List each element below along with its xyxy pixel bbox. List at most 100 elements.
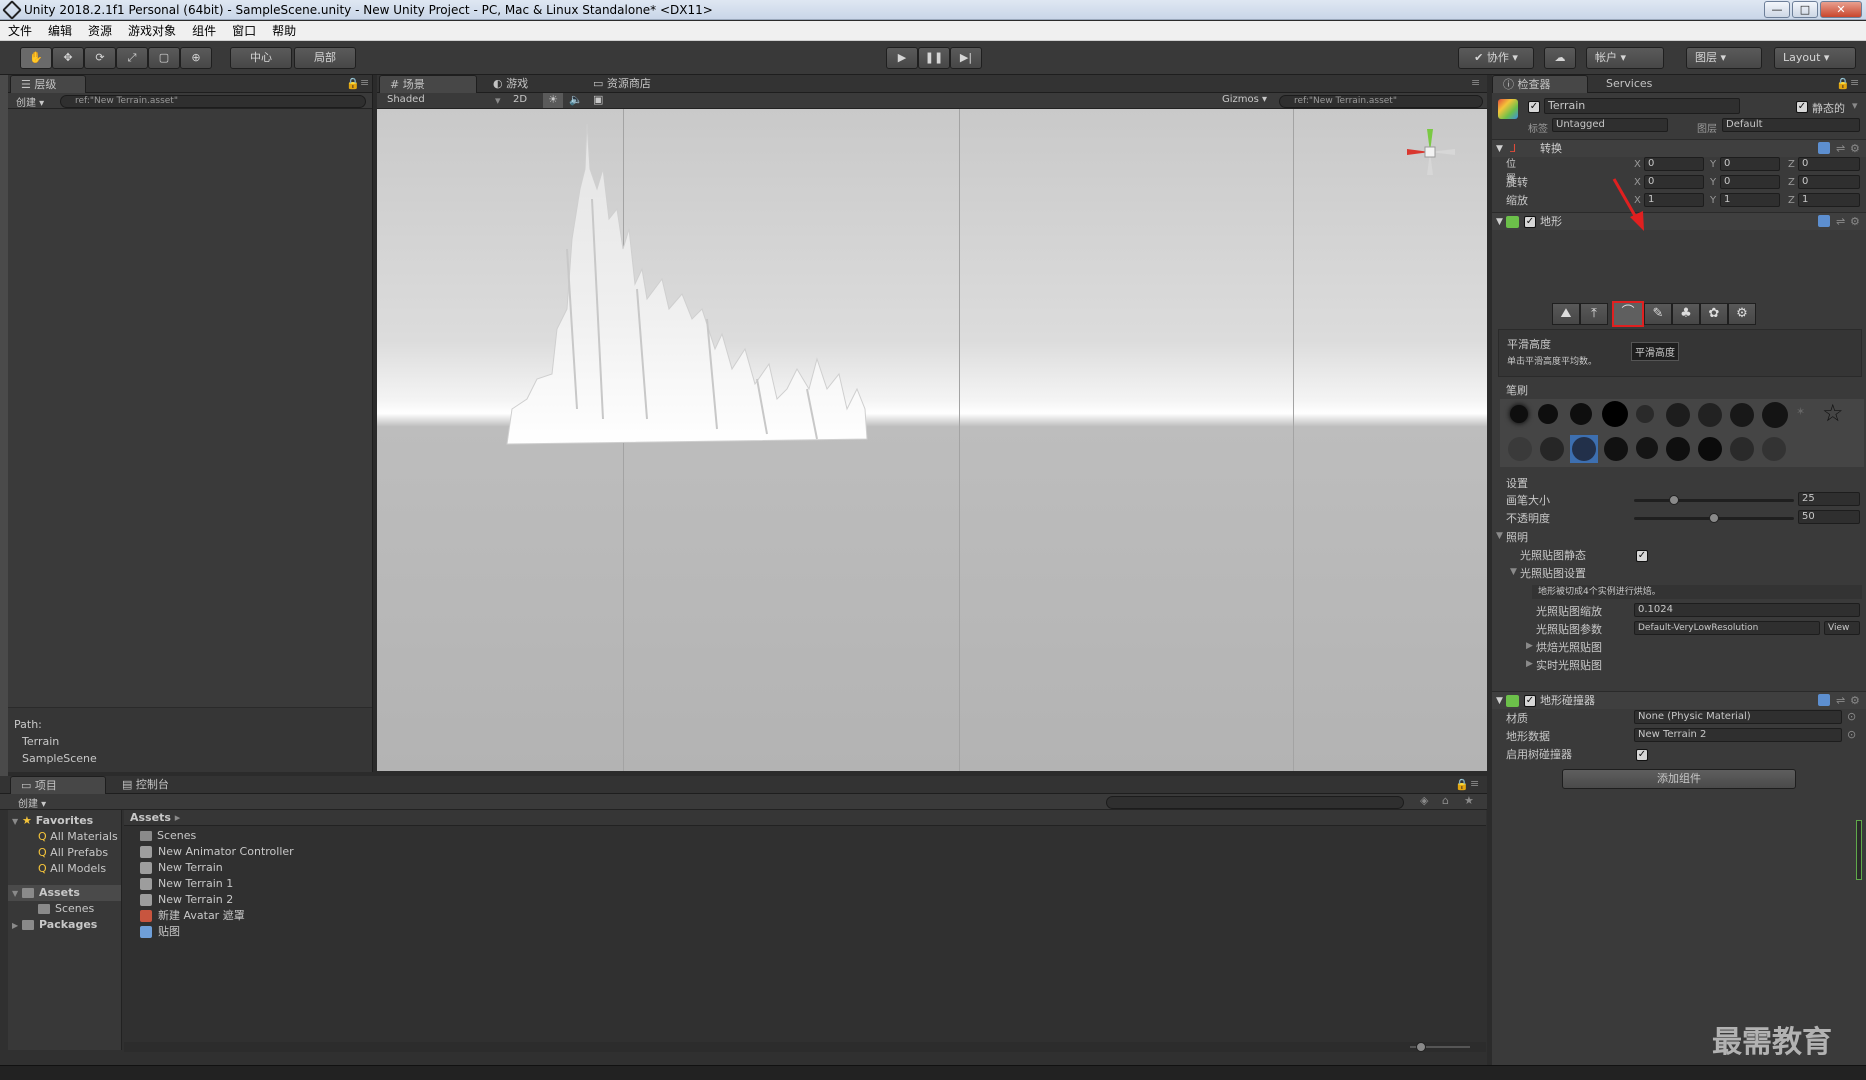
brush-star-small-icon[interactable]: ✶ [1796,405,1805,418]
scene-orientation-gizmo[interactable] [1397,117,1467,187]
inspector-menu-icon[interactable]: ≡ [1850,76,1859,89]
space-toggle-button[interactable]: 局部 [294,47,356,69]
brush-option[interactable] [1762,402,1788,428]
brush-option[interactable] [1666,403,1690,427]
brush-option[interactable] [1730,403,1754,427]
brush-option[interactable] [1510,405,1528,423]
tree-assets[interactable]: ▼ Assets [8,885,121,901]
scale-x-field[interactable]: 1 [1644,193,1704,207]
object-name-field[interactable]: Terrain [1544,98,1740,114]
move-tool-icon[interactable]: ✥ [52,47,84,69]
asset-item[interactable]: New Terrain 2 [140,892,233,908]
transform-header[interactable]: ▼ ⅃ 转换 ⇌ ⚙ [1492,139,1866,157]
lightmap-scale-field[interactable]: 0.1024 [1634,603,1860,617]
tree-collider-checkbox[interactable]: ✓ [1636,749,1648,761]
scene-menu-icon[interactable]: ≡ [1471,76,1480,89]
rect-tool-icon[interactable]: ▢ [148,47,180,69]
lightmap-params-dropdown[interactable]: Default-VeryLowResolution [1634,621,1820,635]
favorite-all-models[interactable]: Q All Models [38,861,106,877]
smooth-height-icon[interactable]: ⌒ [1612,301,1644,327]
tab-asset-store[interactable]: ▭ 资源商店 [583,75,661,93]
settings-gear-icon[interactable]: ⚙ [1850,213,1860,231]
set-height-icon[interactable]: ⤒ [1580,303,1608,325]
static-checkbox[interactable]: ✓ [1796,101,1808,113]
tab-project[interactable]: ▭ 项目 [10,776,106,794]
asset-breadcrumb[interactable]: Assets ▸ [124,810,1486,826]
layers-dropdown[interactable]: 图层 ▾ [1686,47,1762,69]
brush-option[interactable] [1508,437,1532,461]
pause-button[interactable]: ❚❚ [918,47,950,69]
brush-option[interactable] [1730,437,1754,461]
brush-option[interactable] [1698,403,1722,427]
pivot-toggle-button[interactable]: 中心 [230,47,292,69]
tree-packages[interactable]: ▶ Packages [12,917,97,933]
scale-y-field[interactable]: 1 [1720,193,1780,207]
preset-icon[interactable]: ⇌ [1836,140,1845,158]
close-button[interactable]: ✕ [1820,1,1862,18]
shading-dropdown[interactable]: Shaded [387,94,425,105]
position-y-field[interactable]: 0 [1720,157,1780,171]
help-icon[interactable] [1818,694,1830,706]
foldout-arrow-icon[interactable]: ▼ [1496,140,1503,158]
object-picker-icon[interactable]: ⊙ [1847,710,1856,723]
path-item-scene[interactable]: SampleScene [22,752,97,765]
terrain-enabled-checkbox[interactable]: ✓ [1524,216,1536,228]
brush-size-handle[interactable] [1669,495,1679,505]
preset-icon[interactable]: ⇌ [1836,213,1845,231]
menu-file[interactable]: 文件 [0,21,40,41]
hierarchy-search-input[interactable]: ref:"New Terrain.asset" [60,95,366,108]
create-dropdown[interactable]: 创建 ▾ [16,94,44,109]
icon-size-handle[interactable] [1416,1042,1426,1052]
favorite-star-icon[interactable]: ★ [1464,794,1474,807]
menu-component[interactable]: 组件 [184,21,224,41]
project-search-input[interactable] [1106,796,1404,809]
foldout-arrow-icon[interactable]: ▼ [1496,213,1503,231]
rotate-tool-icon[interactable]: ⟳ [84,47,116,69]
filter-type-icon[interactable]: ◈ [1420,794,1428,807]
asset-item[interactable]: New Terrain 1 [140,876,233,892]
preset-icon[interactable]: ⇌ [1836,692,1845,710]
inspector-lock-icon[interactable]: 🔒 [1836,77,1850,90]
filter-label-icon[interactable]: ⌂ [1442,794,1449,807]
tab-inspector[interactable]: ⓘ 检查器 [1492,75,1588,93]
asset-item[interactable]: Scenes [140,828,196,844]
menu-gameobject[interactable]: 游戏对象 [120,21,184,41]
brush-option[interactable] [1540,437,1564,461]
lock-icon[interactable]: 🔒 [346,77,360,90]
brush-option[interactable] [1666,437,1690,461]
position-z-field[interactable]: 0 [1798,157,1860,171]
panel-menu-icon[interactable]: ≡ [360,76,369,89]
tab-hierarchy[interactable]: ☰ 层级 [10,75,86,93]
favorite-all-prefabs[interactable]: Q All Prefabs [38,845,108,861]
lightmap-settings-label[interactable]: 光照贴图设置 [1520,566,1586,581]
menu-assets[interactable]: 资源 [80,21,120,41]
project-create-dropdown[interactable]: 创建 ▾ [18,795,46,810]
baked-lightmap-label[interactable]: 烘焙光照贴图 [1536,640,1602,655]
layout-dropdown[interactable]: Layout ▾ [1774,47,1856,69]
favorite-all-materials[interactable]: Q All Materials [38,829,118,845]
scene-search-input[interactable]: ref:"New Terrain.asset" [1279,95,1483,108]
favorites-node[interactable]: ▼ ★ Favorites [12,813,93,829]
foldout-arrow-icon[interactable]: ▼ [1496,531,1503,541]
path-item-terrain[interactable]: Terrain [22,735,59,748]
foldout-arrow-icon[interactable]: ▼ [1496,692,1503,710]
material-field[interactable]: None (Physic Material) [1634,710,1842,724]
settings-gear-icon[interactable]: ⚙ [1850,692,1860,710]
brush-size-slider[interactable] [1634,499,1794,502]
opacity-handle[interactable] [1709,513,1719,523]
brush-selected[interactable] [1570,435,1598,463]
brush-option[interactable] [1762,437,1786,461]
brush-option[interactable] [1602,401,1628,427]
menu-edit[interactable]: 编辑 [40,21,80,41]
rotation-y-field[interactable]: 0 [1720,175,1780,189]
asset-item[interactable]: New Terrain [140,860,223,876]
paint-details-icon[interactable]: ✿ [1700,303,1728,325]
minimize-button[interactable]: — [1764,1,1790,18]
asset-item[interactable]: 贴图 [140,924,180,940]
help-icon[interactable] [1818,142,1830,154]
static-chevron-icon[interactable]: ▾ [1852,99,1858,112]
rotation-z-field[interactable]: 0 [1798,175,1860,189]
maximize-button[interactable]: □ [1792,1,1818,18]
help-icon[interactable] [1818,215,1830,227]
add-component-button[interactable]: 添加组件 [1562,769,1796,789]
